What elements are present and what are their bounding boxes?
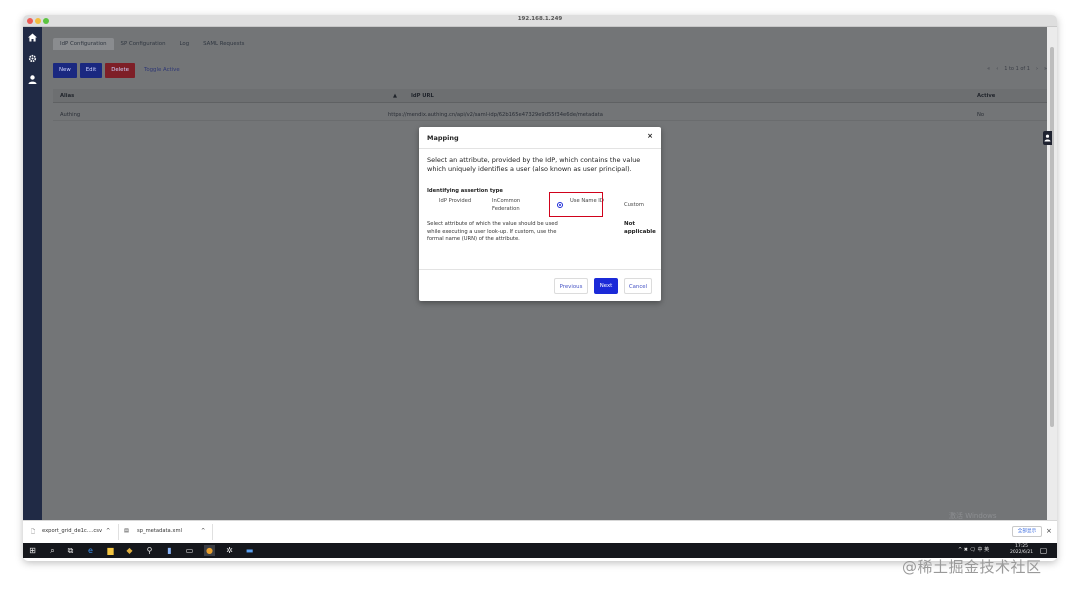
site-watermark: @稀土掘金技术社区 xyxy=(902,558,1042,576)
clock[interactable]: 17:25 2022/6/21 xyxy=(1010,544,1033,556)
download-divider xyxy=(118,524,119,540)
page-range: 1 to 1 of 1 xyxy=(1004,66,1030,72)
row-idp-url: https://mendix.authing.cn/api/v2/saml-id… xyxy=(388,112,603,118)
download-divider xyxy=(212,524,213,540)
scrollbar-thumb[interactable] xyxy=(1050,47,1054,427)
next-page-button[interactable]: › xyxy=(1036,66,1038,72)
notification-icon[interactable]: ▢ xyxy=(1038,545,1049,556)
row-active: No xyxy=(977,112,985,118)
download-item-csv[interactable]: export_grid_de1c....csv xyxy=(42,528,102,534)
previous-button[interactable]: Previous xyxy=(554,278,588,294)
title-bar: 192.168.1.249 xyxy=(23,15,1057,27)
first-page-button[interactable]: « xyxy=(987,66,990,72)
dialog-description: Select an attribute, provided by the IdP… xyxy=(427,156,641,173)
file-icon: ▤ xyxy=(124,528,129,534)
table-header: Alias ▲ IdP URL Active xyxy=(53,89,1049,103)
file-icon: 🗋 xyxy=(31,529,36,535)
show-all-downloads-button[interactable]: 全部显示 xyxy=(1012,526,1042,537)
settings-icon[interactable]: ✲ xyxy=(224,545,235,556)
chrome-icon[interactable]: ● xyxy=(204,545,215,556)
app-sidebar xyxy=(23,27,42,520)
attribute-hint: Select attribute of which the value shou… xyxy=(427,221,558,242)
attribute-value: Not applicable xyxy=(624,221,656,235)
window-title: 192.168.1.249 xyxy=(517,16,563,22)
option-idp-provided[interactable]: IdP Provided xyxy=(439,198,479,206)
app-icon[interactable]: ▮ xyxy=(164,545,175,556)
edge-icon[interactable]: e xyxy=(85,545,96,556)
previous-page-button[interactable]: ‹ xyxy=(996,66,998,72)
home-icon[interactable] xyxy=(27,32,38,43)
pagination: « ‹ 1 to 1 of 1 › » xyxy=(987,66,1047,72)
system-tray[interactable]: ^ ✖ 🗨 中 英 xyxy=(958,546,989,553)
column-alias[interactable]: Alias xyxy=(60,93,74,99)
option-incommon-federation[interactable]: InCommon Federation xyxy=(492,198,537,213)
app-icon[interactable]: ▬ xyxy=(244,545,255,556)
tab-bar: IdP Configuration SP Configuration Log S… xyxy=(53,38,251,50)
assertion-type-label: Identifying assertion type xyxy=(427,188,503,194)
toolbar: New Edit Delete Toggle Active xyxy=(53,63,186,78)
edit-button[interactable]: Edit xyxy=(79,63,103,78)
terminal-icon[interactable]: ▭ xyxy=(184,545,195,556)
chevron-up-icon[interactable]: ^ xyxy=(201,528,205,534)
next-button[interactable]: Next xyxy=(594,278,618,294)
column-active[interactable]: Active xyxy=(977,93,995,99)
new-button[interactable]: New xyxy=(53,63,77,78)
dialog-header-divider xyxy=(419,148,661,149)
search-icon[interactable]: ⌕ xyxy=(47,545,58,556)
toggle-active-button[interactable]: Toggle Active xyxy=(138,63,186,78)
row-alias: Authing xyxy=(60,112,81,118)
app-icon[interactable]: ◆ xyxy=(124,545,135,556)
user-icon[interactable] xyxy=(27,74,38,85)
tab-log[interactable]: Log xyxy=(173,38,197,50)
mapping-dialog: Mapping × Select an attribute, provided … xyxy=(419,127,661,301)
page-scrollbar[interactable] xyxy=(1047,27,1057,520)
sort-ascending-icon[interactable]: ▲ xyxy=(393,93,397,99)
download-item-xml[interactable]: sp_metadata.xml xyxy=(137,528,182,534)
tab-idp-configuration[interactable]: IdP Configuration xyxy=(53,38,114,50)
user-panel-tab-icon[interactable] xyxy=(1043,131,1052,145)
downloads-bar: 🗋 export_grid_de1c....csv ^ ▤ sp_metadat… xyxy=(23,520,1057,543)
column-idp-url[interactable]: IdP URL xyxy=(411,93,434,99)
folder-icon[interactable]: ▆ xyxy=(105,545,116,556)
magnifier-icon[interactable]: ⚲ xyxy=(144,545,155,556)
close-dialog-icon[interactable]: × xyxy=(647,132,653,140)
table-row[interactable]: Authing https://mendix.authing.cn/api/v2… xyxy=(53,109,1049,121)
windows-start-icon[interactable]: ⊞ xyxy=(27,545,38,556)
highlight-box xyxy=(549,192,603,217)
close-downloads-icon[interactable]: × xyxy=(1046,527,1052,535)
tab-saml-requests[interactable]: SAML Requests xyxy=(196,38,251,50)
gear-icon[interactable] xyxy=(27,53,38,64)
option-custom[interactable]: Custom xyxy=(624,202,644,210)
dialog-footer-divider xyxy=(419,269,661,270)
delete-button[interactable]: Delete xyxy=(105,63,135,78)
task-view-icon[interactable]: ⧉ xyxy=(65,545,76,556)
chevron-up-icon[interactable]: ^ xyxy=(106,528,110,534)
tab-sp-configuration[interactable]: SP Configuration xyxy=(114,38,173,50)
dialog-title: Mapping xyxy=(427,134,459,142)
cancel-button[interactable]: Cancel xyxy=(624,278,652,294)
